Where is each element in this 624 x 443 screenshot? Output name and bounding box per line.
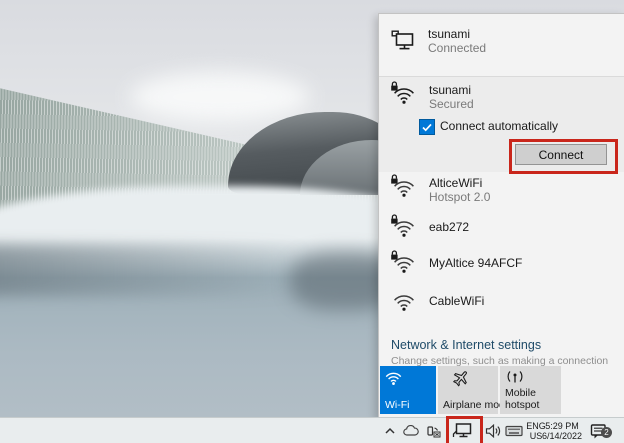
ethernet-network-item[interactable]: tsunami Connected [391,27,611,56]
wifi-tile[interactable]: Wi-Fi [380,366,436,414]
chevron-up-icon [384,426,396,436]
signal-x-icon [426,424,441,438]
airplane-mode-tile[interactable]: Airplane mode [438,366,498,414]
speaker-icon [485,424,502,438]
wifi-tile-icon [385,371,402,388]
network-tray-button[interactable] [450,418,474,443]
clock-time: 5:29 PM [542,421,582,431]
checkmark-icon [422,123,432,132]
airplane-icon [452,369,470,390]
wifi-network-item[interactable]: eab272 [391,216,611,240]
signal-disconnected-tray-button[interactable] [425,418,442,443]
notification-badge[interactable]: 2 [601,427,612,438]
desktop-screen: tsunami Connected [0,0,624,443]
network-flyout: tsunami Connected [378,13,624,419]
wifi-network-item[interactable]: MyAltice 94AFCF [391,252,611,276]
onedrive-tray-button[interactable] [402,418,420,443]
volume-tray-button[interactable] [483,418,503,443]
wifi-tile-label: Wi-Fi [385,399,410,411]
wifi-name: eab272 [429,220,469,234]
wallpaper-cloud [130,72,310,122]
wifi-name: MyAltice 94AFCF [429,256,522,270]
wifi-secured-icon [391,216,417,240]
wifi-icon [391,290,417,314]
wifi-name: CableWiFi [429,294,484,308]
wifi-secured-icon [391,252,417,276]
wifi-secured-icon [391,176,417,200]
wifi-detail: Hotspot 2.0 [429,190,490,205]
selected-wifi-status: Secured [429,97,474,112]
clock-date: 6/14/2022 [542,431,582,441]
ethernet-name: tsunami [428,27,486,41]
connect-button[interactable]: Connect [515,144,607,165]
ethernet-status: Connected [428,41,486,56]
cloud-icon [403,425,419,437]
mobile-hotspot-tile[interactable]: Mobile hotspot [500,366,561,414]
taskbar: ENG US 5:29 PM 6/14/2022 [0,417,624,443]
wifi-secured-icon [391,83,417,107]
clock[interactable]: 5:29 PM 6/14/2022 [542,418,582,443]
touch-keyboard-icon [505,425,523,437]
mobile-hotspot-icon [506,370,524,387]
wifi-name: AlticeWiFi [429,176,490,190]
ethernet-icon [391,29,416,56]
wifi-network-item[interactable]: AlticeWiFi Hotspot 2.0 [391,176,611,205]
network-settings-link[interactable]: Network & Internet settings [391,338,541,352]
show-hidden-icons-button[interactable] [382,418,398,443]
mobile-hotspot-tile-label: Mobile hotspot [505,387,551,411]
connect-automatically-label: Connect automatically [440,119,558,133]
wallpaper-treeline [0,244,310,296]
connect-automatically-checkbox[interactable] [419,119,435,135]
touch-keyboard-tray-button[interactable] [504,418,524,443]
wifi-network-item[interactable]: CableWiFi [391,290,611,314]
selected-wifi-name: tsunami [429,83,474,97]
network-ethernet-icon [452,422,473,440]
selected-wifi-item[interactable]: tsunami Secured Connect automatically Co… [379,77,624,172]
